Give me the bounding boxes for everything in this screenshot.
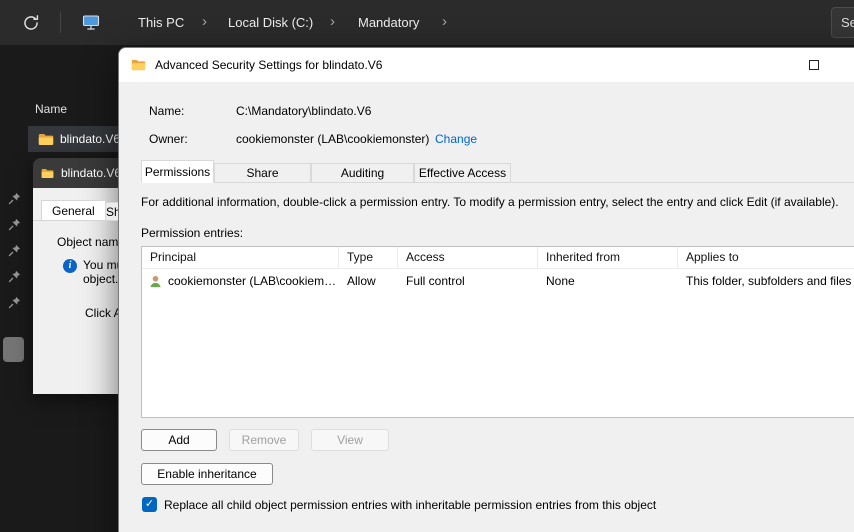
permission-warning-text: object. <box>83 272 118 286</box>
owner-label: Owner: <box>149 132 188 146</box>
pin-icon <box>8 192 21 205</box>
pin-icon <box>8 218 21 231</box>
replace-permissions-checkbox[interactable]: ✓ <box>142 497 157 512</box>
permission-entries-label: Permission entries: <box>141 226 244 240</box>
tab-share[interactable]: Share <box>214 163 311 183</box>
breadcrumb-local-disk-c[interactable]: Local Disk (C:) <box>228 13 313 32</box>
security-dialog-title: Advanced Security Settings for blindato.… <box>155 58 383 72</box>
name-value: C:\Mandatory\blindato.V6 <box>236 104 372 118</box>
enable-inheritance-button[interactable]: Enable inheritance <box>141 463 273 485</box>
add-button[interactable]: Add <box>141 429 217 451</box>
tab-permissions[interactable]: Permissions <box>141 160 214 183</box>
checkmark-icon: ✓ <box>144 498 155 510</box>
security-tab-strip: Permissions Share Auditing Effective Acc… <box>141 160 854 183</box>
pin-icon <box>8 244 21 257</box>
properties-dialog: blindato.V6 General Sharing Object name:… <box>33 158 118 394</box>
instructions-text: For additional information, double-click… <box>141 195 839 209</box>
column-header-inherited-from[interactable]: Inherited from <box>538 247 678 268</box>
folder-icon <box>131 58 146 76</box>
name-label: Name: <box>149 104 185 118</box>
cell-access: Full control <box>406 274 465 288</box>
replace-permissions-checkbox-label[interactable]: Replace all child object permission entr… <box>164 498 656 512</box>
toolbar-divider <box>60 12 61 33</box>
file-name: blindato.V6 <box>60 132 118 146</box>
advanced-security-dialog: Advanced Security Settings for blindato.… <box>118 47 854 532</box>
table-header-row: Principal Type Access Inherited from App… <box>142 247 854 269</box>
tab-effective-access[interactable]: Effective Access <box>414 163 511 183</box>
folder-icon <box>38 133 54 145</box>
security-dialog-titlebar[interactable]: Advanced Security Settings for blindato.… <box>119 48 854 82</box>
remove-button: Remove <box>229 429 299 451</box>
permission-entries-table: Principal Type Access Inherited from App… <box>141 246 854 418</box>
cell-principal: cookiemonster (LAB\cookiemonster) <box>142 274 339 289</box>
table-row[interactable]: cookiemonster (LAB\cookiemonster) Allow … <box>142 270 854 292</box>
refresh-icon[interactable] <box>22 14 40 32</box>
maximize-button[interactable] <box>791 49 837 81</box>
search-placeholder: Search <box>841 15 854 30</box>
maximize-icon <box>809 60 819 70</box>
explorer-window: This PC › Local Disk (C:) › Mandatory › … <box>0 0 854 532</box>
pin-icon <box>8 270 21 283</box>
breadcrumb-chevron-icon: › <box>330 13 335 30</box>
cell-inherited-from: None <box>546 274 575 288</box>
tab-general[interactable]: General <box>41 200 106 221</box>
breadcrumb-chevron-icon: › <box>442 13 447 30</box>
file-list-item-blindato[interactable]: blindato.V6 <box>28 126 118 152</box>
breadcrumb-mandatory[interactable]: Mandatory <box>358 13 419 32</box>
breadcrumb-chevron-icon: › <box>202 13 207 30</box>
column-header-type[interactable]: Type <box>339 247 398 268</box>
view-button: View <box>311 429 389 451</box>
permission-warning-text: You must <box>83 258 118 272</box>
info-icon: i <box>63 259 77 273</box>
pin-icon <box>8 296 21 309</box>
properties-dialog-titlebar[interactable]: blindato.V6 <box>33 158 118 188</box>
advanced-hint-text: Click Advanced <box>85 306 118 320</box>
owner-value: cookiemonster (LAB\cookiemonster) <box>236 132 430 146</box>
breadcrumb-this-pc[interactable]: This PC <box>138 13 184 32</box>
file-list-name-header[interactable]: Name <box>35 102 67 116</box>
cell-type: Allow <box>347 274 376 288</box>
properties-dialog-title: blindato.V6 <box>61 166 118 180</box>
nav-selected-item-indicator <box>3 337 24 362</box>
object-name-label: Object name: <box>57 235 118 249</box>
user-icon <box>150 275 161 287</box>
explorer-address-bar: This PC › Local Disk (C:) › Mandatory › … <box>0 0 854 45</box>
column-header-principal[interactable]: Principal <box>142 247 339 268</box>
folder-icon <box>41 168 54 178</box>
change-owner-link[interactable]: Change <box>435 132 477 146</box>
close-button[interactable]: ✕ <box>837 49 854 81</box>
properties-dialog-body: General Sharing Object name: i You must … <box>33 188 118 394</box>
cell-applies-to: This folder, subfolders and files <box>686 274 852 288</box>
search-input[interactable]: Search <box>831 7 854 38</box>
tab-auditing[interactable]: Auditing <box>311 163 414 183</box>
column-header-applies-to[interactable]: Applies to <box>678 247 854 268</box>
this-pc-icon <box>82 14 100 36</box>
column-header-access[interactable]: Access <box>398 247 538 268</box>
